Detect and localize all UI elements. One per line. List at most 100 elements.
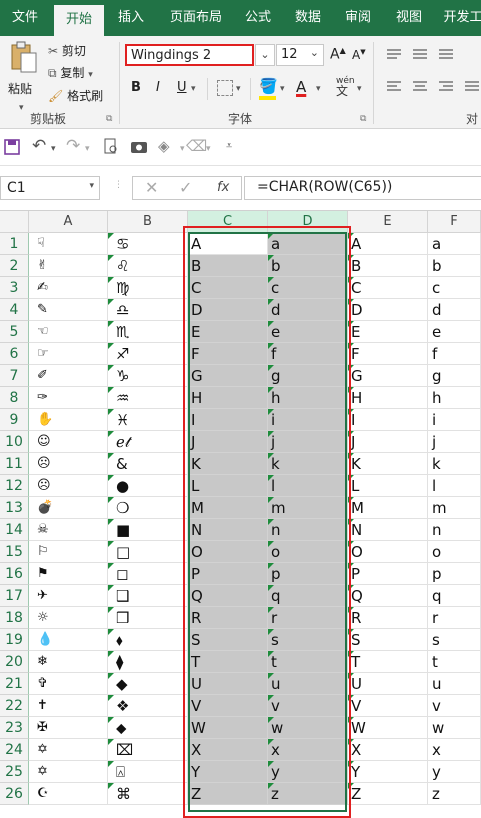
phonetic-button[interactable]: wén 文: [336, 76, 355, 98]
cell-b10[interactable]: ℯ𝓉: [108, 431, 188, 453]
cell-f8[interactable]: h: [428, 387, 481, 409]
cell-e9[interactable]: I: [348, 409, 428, 431]
font-color-button[interactable]: A: [296, 78, 306, 96]
phonetic-dropdown-icon[interactable]: ▾: [357, 84, 362, 94]
fill-color-button[interactable]: 🪣: [259, 77, 278, 95]
cell-a16[interactable]: ⚑: [29, 563, 108, 585]
cell-f24[interactable]: x: [428, 739, 481, 761]
cell-c2[interactable]: B: [188, 255, 268, 277]
row-header[interactable]: 16: [0, 563, 29, 585]
column-header-a[interactable]: A: [29, 211, 108, 233]
cell-d2[interactable]: b: [268, 255, 348, 277]
name-box-dropdown-icon[interactable]: ▾: [89, 181, 94, 191]
tab-formulas[interactable]: 公式: [236, 0, 280, 36]
insert-function-icon[interactable]: fx: [217, 180, 229, 195]
row-header[interactable]: 10: [0, 431, 29, 453]
row-header[interactable]: 18: [0, 607, 29, 629]
cell-c26[interactable]: Z: [188, 783, 268, 805]
cell-b24[interactable]: ⌧: [108, 739, 188, 761]
cell-b8[interactable]: ♒: [108, 387, 188, 409]
tab-page-layout[interactable]: 页面布局: [160, 0, 232, 36]
shrink-font-button[interactable]: A▼: [352, 48, 366, 62]
copy-dropdown-icon[interactable]: ▾: [88, 70, 93, 80]
cell-b7[interactable]: ♑: [108, 365, 188, 387]
cell-a4[interactable]: ✎: [29, 299, 108, 321]
cell-f9[interactable]: i: [428, 409, 481, 431]
row-header[interactable]: 2: [0, 255, 29, 277]
cell-e8[interactable]: H: [348, 387, 428, 409]
redo-dropdown-icon[interactable]: ▾: [85, 144, 90, 154]
cell-e2[interactable]: B: [348, 255, 428, 277]
cell-c1[interactable]: A: [188, 233, 268, 255]
cell-f7[interactable]: g: [428, 365, 481, 387]
redo-icon[interactable]: ↷: [66, 136, 80, 156]
row-header[interactable]: 9: [0, 409, 29, 431]
cell-b22[interactable]: ❖: [108, 695, 188, 717]
cell-c3[interactable]: C: [188, 277, 268, 299]
cell-c11[interactable]: K: [188, 453, 268, 475]
tab-review[interactable]: 审阅: [336, 0, 380, 36]
cell-d18[interactable]: r: [268, 607, 348, 629]
cell-f26[interactable]: z: [428, 783, 481, 805]
cell-b19[interactable]: ⬧: [108, 629, 188, 651]
customize-qat-icon[interactable]: ⩡: [226, 139, 232, 153]
cell-d21[interactable]: u: [268, 673, 348, 695]
cell-b5[interactable]: ♏: [108, 321, 188, 343]
cell-d9[interactable]: i: [268, 409, 348, 431]
cell-d8[interactable]: h: [268, 387, 348, 409]
cell-e13[interactable]: M: [348, 497, 428, 519]
cell-c4[interactable]: D: [188, 299, 268, 321]
cell-a5[interactable]: ☜: [29, 321, 108, 343]
cell-e22[interactable]: V: [348, 695, 428, 717]
cell-a24[interactable]: ✡: [29, 739, 108, 761]
row-header[interactable]: 1: [0, 233, 29, 255]
column-header-f[interactable]: F: [428, 211, 481, 233]
row-header[interactable]: 23: [0, 717, 29, 739]
cell-e5[interactable]: E: [348, 321, 428, 343]
shapes-icon[interactable]: ◈: [158, 137, 170, 155]
camera-icon[interactable]: [130, 139, 148, 154]
cancel-icon[interactable]: ✕: [145, 178, 158, 197]
underline-button[interactable]: U: [177, 80, 187, 95]
cell-e21[interactable]: U: [348, 673, 428, 695]
cell-a25[interactable]: ✡: [29, 761, 108, 783]
cell-e3[interactable]: C: [348, 277, 428, 299]
paste-button[interactable]: 粘贴: [8, 40, 42, 96]
cell-c10[interactable]: J: [188, 431, 268, 453]
eraser-icon[interactable]: ⌫: [186, 137, 207, 155]
cell-a19[interactable]: 💧: [29, 629, 108, 651]
cell-e6[interactable]: F: [348, 343, 428, 365]
cell-f14[interactable]: n: [428, 519, 481, 541]
row-header[interactable]: 15: [0, 541, 29, 563]
cell-d19[interactable]: s: [268, 629, 348, 651]
cell-e4[interactable]: D: [348, 299, 428, 321]
cell-b15[interactable]: □: [108, 541, 188, 563]
borders-icon[interactable]: [217, 80, 233, 96]
formula-input[interactable]: =CHAR(ROW(C65)): [244, 176, 481, 200]
row-header[interactable]: 12: [0, 475, 29, 497]
cell-c12[interactable]: L: [188, 475, 268, 497]
cell-e16[interactable]: P: [348, 563, 428, 585]
cell-b23[interactable]: ⬥: [108, 717, 188, 739]
paste-dropdown-icon[interactable]: ▾: [19, 103, 24, 113]
cell-a13[interactable]: 💣: [29, 497, 108, 519]
cell-f16[interactable]: p: [428, 563, 481, 585]
cell-d23[interactable]: w: [268, 717, 348, 739]
cell-a17[interactable]: ✈: [29, 585, 108, 607]
cell-f4[interactable]: d: [428, 299, 481, 321]
cell-a9[interactable]: ✋: [29, 409, 108, 431]
underline-dropdown-icon[interactable]: ▾: [191, 84, 196, 94]
cell-d6[interactable]: f: [268, 343, 348, 365]
cell-a23[interactable]: ✠: [29, 717, 108, 739]
cell-b9[interactable]: ♓: [108, 409, 188, 431]
cell-e12[interactable]: L: [348, 475, 428, 497]
cell-f10[interactable]: j: [428, 431, 481, 453]
grow-font-button[interactable]: A▲: [330, 46, 346, 63]
row-header[interactable]: 13: [0, 497, 29, 519]
font-launcher-icon[interactable]: ⧉: [360, 114, 366, 124]
cell-f23[interactable]: w: [428, 717, 481, 739]
row-header[interactable]: 26: [0, 783, 29, 805]
row-header[interactable]: 19: [0, 629, 29, 651]
font-size-box[interactable]: 12 ⌄: [276, 44, 324, 66]
tab-view[interactable]: 视图: [386, 0, 432, 36]
